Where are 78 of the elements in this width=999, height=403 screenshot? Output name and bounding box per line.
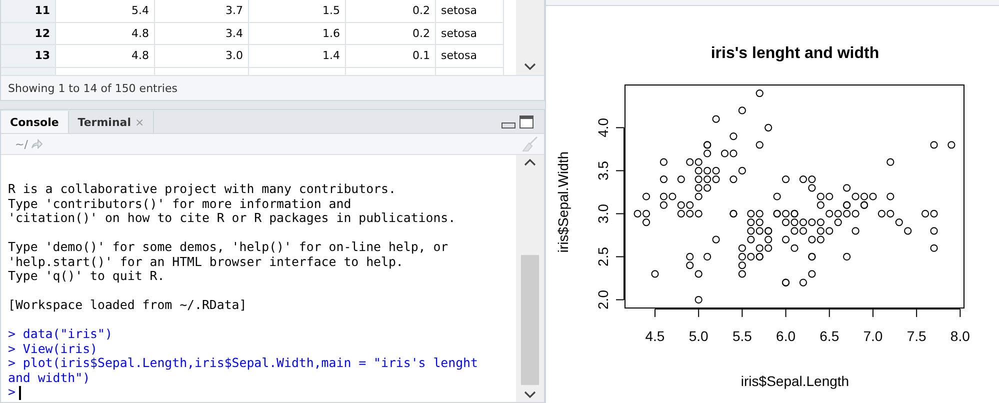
table-cell: 3.0 (155, 45, 249, 68)
data-point (651, 270, 659, 278)
data-point (694, 296, 702, 304)
chart-title: iris's lenght and width (710, 45, 880, 62)
table-cell: 1.5 (249, 0, 346, 22)
table-cell: 3.7 (155, 0, 249, 22)
console-output: 'citation()' on how to cite R or R packages in publications. (8, 211, 457, 226)
console-output: Type 'contributors()' for more information and (8, 196, 352, 212)
pane-tab[interactable]: Console (1, 111, 69, 133)
data-point (764, 124, 772, 132)
y-axis-label: iris$Sepal.Width (555, 151, 571, 253)
data-point (660, 176, 668, 184)
maximize-icon[interactable] (519, 115, 534, 129)
data-point (930, 141, 938, 149)
table-cell: 4.8 (56, 22, 155, 45)
row-number: 12 (1, 22, 56, 45)
y-tick-label: 3.0 (595, 204, 611, 224)
table-cell: setosa (436, 0, 504, 22)
data-point (642, 192, 650, 200)
x-tick-label: 6.5 (820, 328, 840, 344)
table-cell: setosa (436, 22, 504, 45)
data-point (930, 227, 938, 235)
x-axis-label: iris$Sepal.Length (740, 373, 850, 389)
console-output: R is a collaborative project with many contributors. (8, 182, 397, 197)
console-command: > data("iris") (8, 327, 114, 342)
data-point (660, 158, 668, 166)
table-cell: 0.2 (346, 0, 436, 22)
data-point (930, 244, 938, 252)
entries-info: Showing 1 to 14 of 150 entries (1, 75, 544, 100)
data-point (712, 115, 720, 123)
data-point (843, 252, 851, 261)
console-output: [Workspace loaded from ~/.RData] (8, 298, 248, 313)
x-tick-label: 4.5 (645, 328, 665, 344)
data-point (712, 236, 720, 244)
data-point (704, 252, 712, 261)
table-cell: 4.8 (56, 45, 155, 68)
text-cursor (19, 386, 22, 400)
table-cell: 5.4 (56, 0, 155, 22)
row-number: 11 (1, 0, 56, 22)
console-prompt: > (8, 384, 16, 400)
table-cell: 1.4 (249, 45, 346, 68)
data-point (756, 89, 764, 98)
x-tick-label: 7.5 (906, 328, 926, 344)
scroll-down-icon[interactable] (524, 63, 536, 71)
y-tick-label: 3.5 (595, 160, 611, 180)
data-point (730, 132, 738, 140)
table-cell: 3.4 (155, 22, 249, 45)
table-cell: 0.2 (346, 22, 436, 45)
x-tick-label: 7.0 (863, 328, 883, 344)
x-tick-label: 5.0 (688, 328, 708, 344)
data-point (886, 192, 894, 200)
row-number: 13 (1, 45, 56, 68)
data-point (852, 227, 860, 235)
y-tick-label: 2.5 (595, 247, 611, 266)
data-point (948, 141, 956, 149)
scroll-up-icon[interactable] (524, 158, 536, 166)
data-point (756, 141, 764, 149)
console-output: Type 'demo()' for some demos, 'help()' for on-line help, or (8, 240, 450, 255)
scroll-down-icon[interactable] (524, 391, 536, 399)
x-tick-label: 5.5 (732, 328, 752, 344)
console-output: 'help.start()' for an HTML browser interface to help. (8, 254, 404, 270)
data-point (738, 106, 746, 114)
data-point (782, 176, 790, 184)
table-cell: 0.1 (346, 45, 436, 68)
console-output: Type 'q()' to quit R. (8, 269, 166, 284)
x-tick-label: 8.0 (950, 328, 970, 344)
table-cell: 1.6 (249, 22, 346, 45)
console-command: > View(iris) (8, 342, 99, 356)
table-cell: setosa (436, 45, 504, 68)
x-tick-label: 6.0 (776, 328, 796, 344)
scrollbar-thumb[interactable] (521, 255, 539, 385)
data-point (886, 158, 894, 166)
y-tick-label: 2.0 (595, 290, 611, 310)
y-tick-label: 4.0 (595, 118, 611, 138)
data-point (773, 192, 781, 200)
working-directory: ~/ (15, 138, 28, 150)
console-command: > plot(iris$Sepal.Length,iris$Sepal.Width,main = "iris's lenght and width") (8, 356, 479, 386)
data-point (677, 176, 685, 184)
